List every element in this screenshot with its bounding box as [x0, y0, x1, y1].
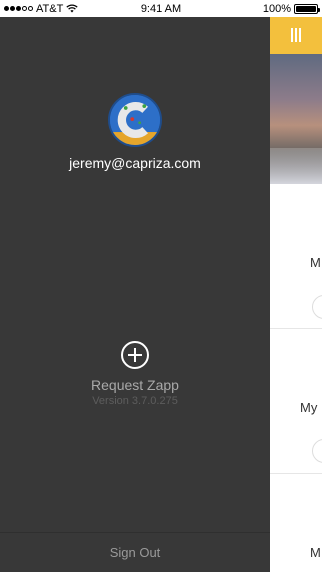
add-circle-icon[interactable]: [121, 341, 149, 369]
main-header: [270, 17, 322, 54]
card-divider: [270, 328, 322, 329]
app-version: Version 3.7.0.275: [92, 395, 178, 407]
card-label: M: [310, 545, 321, 560]
drawer-divider: [0, 532, 270, 533]
status-right: 100%: [262, 2, 320, 15]
carrier-name: AT&T: [36, 2, 64, 15]
card-action-circle[interactable]: [312, 439, 322, 463]
main-content: M My M: [270, 17, 322, 572]
side-drawer: jeremy@capriza.com Request Zapp Version …: [0, 17, 270, 572]
card-divider: [270, 473, 322, 474]
user-email: jeremy@capriza.com: [69, 155, 201, 171]
card-action-circle[interactable]: [312, 295, 322, 319]
wifi-icon: [66, 4, 78, 13]
card-label: My: [300, 400, 318, 415]
avatar-logo-icon: [110, 95, 160, 145]
battery-icon: [294, 3, 320, 14]
avatar[interactable]: [108, 93, 162, 147]
battery-percent: 100%: [262, 2, 291, 15]
signal-strength-icon: [4, 6, 33, 11]
menu-icon[interactable]: [291, 28, 303, 42]
status-left: AT&T: [4, 3, 78, 15]
sign-out-button[interactable]: Sign Out: [0, 545, 270, 560]
hero-image: [270, 54, 322, 184]
card-label: M: [310, 255, 321, 270]
status-bar: AT&T 9:41 AM 100%: [0, 0, 322, 17]
request-zapp-button[interactable]: Request Zapp: [0, 377, 270, 393]
